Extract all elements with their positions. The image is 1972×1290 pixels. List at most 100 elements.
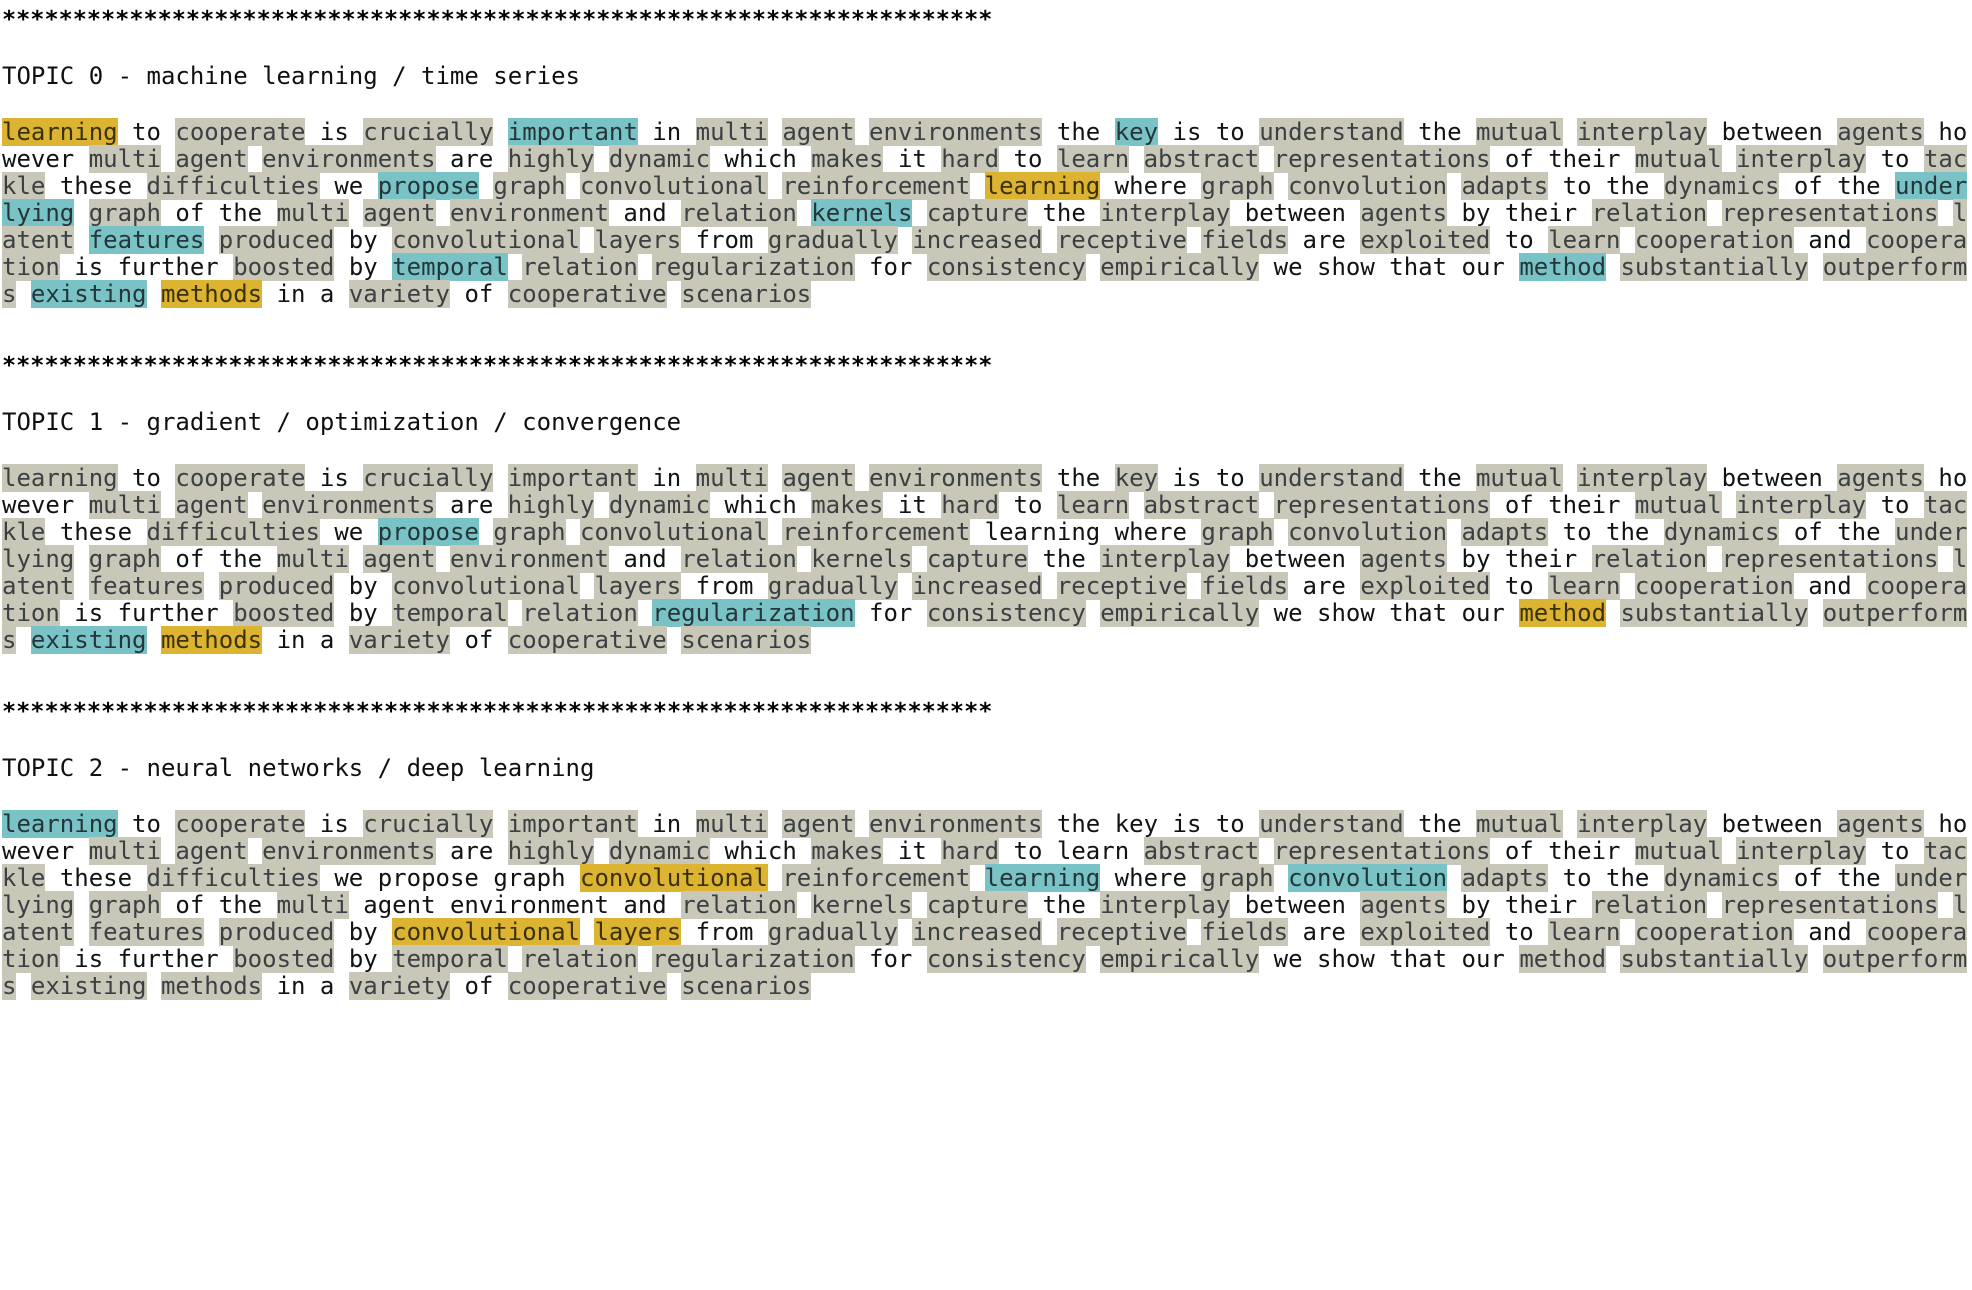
token-plain: show xyxy=(1317,945,1375,973)
token-highlight-gray: mutual xyxy=(1634,491,1722,519)
token-plain: to xyxy=(1562,172,1592,200)
token-highlight-gray: cooperative xyxy=(507,626,667,654)
token-plain: learning xyxy=(984,518,1101,546)
token-highlight-gray: fields xyxy=(1201,572,1289,600)
token-highlight-teal: learning xyxy=(984,864,1101,892)
token-highlight-gray: agent xyxy=(782,464,855,492)
token-plain: it xyxy=(897,837,927,865)
token-plain: are xyxy=(449,837,494,865)
token-highlight-gray: scenarios xyxy=(681,972,812,1000)
token-highlight-gray: cooperate xyxy=(175,118,306,146)
token-highlight-gray: substantially xyxy=(1620,945,1809,973)
token-plain: the xyxy=(1056,118,1101,146)
token-plain: in xyxy=(276,280,306,308)
token-highlight-gray: environments xyxy=(869,810,1043,838)
token-highlight-gray: dynamics xyxy=(1663,864,1780,892)
token-plain: their xyxy=(1504,199,1578,227)
token-highlight-gray: graph xyxy=(493,518,566,546)
token-highlight-gray: interplay xyxy=(1577,810,1708,838)
token-plain: a xyxy=(319,280,335,308)
token-highlight-gray: scenarios xyxy=(681,280,812,308)
token-plain: is xyxy=(74,599,104,627)
token-highlight-gray: exploited xyxy=(1360,226,1491,254)
token-highlight-gray: dynamics xyxy=(1663,518,1780,546)
token-plain: to xyxy=(132,810,161,838)
token-plain: and xyxy=(1808,918,1852,946)
token-highlight-gray: scenarios xyxy=(681,626,812,654)
token-plain: environment xyxy=(449,891,609,919)
topic-highlight-console: ****************************************… xyxy=(0,0,1972,1022)
token-highlight-gray: hard xyxy=(941,837,1000,865)
token-highlight-gray: boosted xyxy=(233,253,335,281)
token-highlight-gray: makes xyxy=(811,491,884,519)
token-highlight-gray: crucially xyxy=(363,464,494,492)
token-highlight-teal: regularization xyxy=(652,599,855,627)
token-highlight-gray: regularization xyxy=(652,945,855,973)
token-highlight-gray: produced xyxy=(218,918,335,946)
token-highlight-gray: makes xyxy=(811,145,884,173)
token-plain: of xyxy=(1793,518,1823,546)
token-plain: the xyxy=(1837,518,1881,546)
token-highlight-gray: mutual xyxy=(1475,464,1563,492)
token-highlight-gray: multi xyxy=(276,891,349,919)
token-plain: between xyxy=(1721,118,1823,146)
token-plain: their xyxy=(1548,145,1621,173)
token-plain: the xyxy=(1606,172,1650,200)
token-highlight-gray: mutual xyxy=(1634,145,1722,173)
token-plain: where xyxy=(1114,172,1187,200)
token-plain: further xyxy=(117,253,219,281)
token-highlight-gray: layers xyxy=(594,572,682,600)
token-highlight-gray: substantially xyxy=(1620,599,1809,627)
token-highlight-gray: variety xyxy=(348,626,450,654)
token-plain: for xyxy=(869,945,913,973)
token-highlight-gray: hard xyxy=(941,491,1000,519)
